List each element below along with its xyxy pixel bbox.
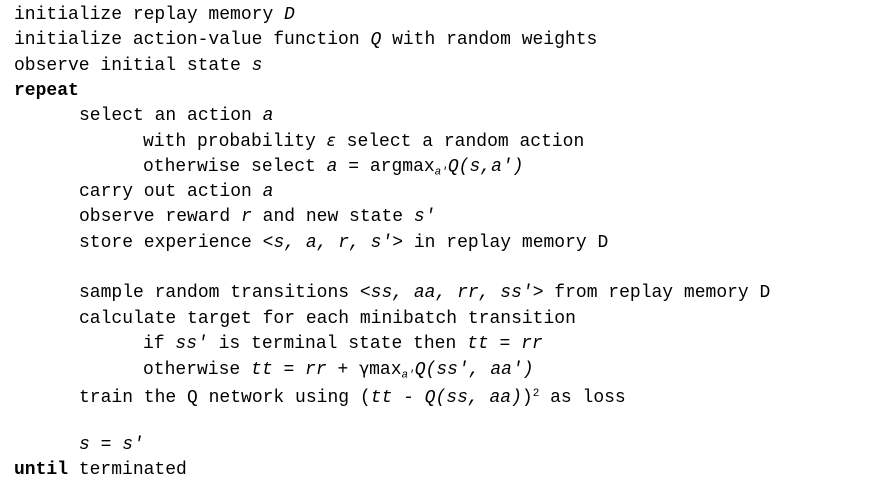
text-segment: ss′ <box>175 333 208 354</box>
text-segment: = <box>488 333 522 354</box>
pseudocode-line: until terminated <box>0 458 894 483</box>
text-segment: = <box>272 360 306 381</box>
text-segment: r <box>241 207 252 228</box>
text-segment: rr <box>521 333 543 354</box>
text-segment: train the Q network using ( <box>79 388 371 409</box>
text-segment: a <box>262 106 274 127</box>
pseudocode-line: if ss′ is terminal state then tt = rr <box>0 332 894 357</box>
text-segment: - <box>392 388 425 409</box>
text-segment: if <box>143 333 176 354</box>
text-segment: a <box>326 156 338 177</box>
text-segment: is terminal state then <box>207 333 468 354</box>
text-segment: ) <box>521 388 533 409</box>
pseudocode-line: observe initial state s <box>0 54 894 79</box>
text-segment: s, a, r, s′ <box>273 232 393 253</box>
text-segment: otherwise select <box>143 156 327 177</box>
text-segment: observe reward <box>79 207 242 228</box>
text-segment: a <box>262 182 274 203</box>
text-segment: Q(s,a′) <box>447 156 524 177</box>
text-segment: carry out action <box>79 182 263 203</box>
text-segment: repeat <box>14 80 79 101</box>
text-segment: s <box>251 55 263 76</box>
text-segment: calculate target for each minibatch tran… <box>79 308 576 329</box>
text-segment: a′ <box>401 369 415 382</box>
text-segment: and new state <box>251 207 414 228</box>
text-segment: a′ <box>434 166 448 179</box>
text-segment: Q(ss, aa) <box>424 388 522 409</box>
text-segment: sample random transitions < <box>79 283 371 304</box>
text-segment: s′ <box>122 435 144 456</box>
text-segment: = argmax <box>337 156 435 177</box>
text-segment: tt <box>251 360 273 381</box>
text-segment: tt <box>467 333 489 354</box>
pseudocode-line: repeat <box>0 79 894 104</box>
pseudocode-line: s = s′ <box>0 433 894 458</box>
text-segment: until <box>14 460 69 481</box>
text-segment: observe initial state <box>14 55 252 76</box>
text-segment: ss, aa, rr, ss′ <box>370 283 533 304</box>
text-segment: tt <box>370 388 393 409</box>
text-segment: initialize action-value function <box>14 30 371 51</box>
pseudocode-line: train the Q network using (tt - Q(ss, aa… <box>0 382 894 409</box>
pseudocode-line: sample random transitions <ss, aa, rr, s… <box>0 281 894 306</box>
text-segment: s <box>79 435 90 456</box>
text-segment: D <box>284 5 295 25</box>
text-segment: otherwise <box>143 360 252 381</box>
pseudocode-line: initialize action-value function Q with … <box>0 28 894 53</box>
text-segment: s′ <box>413 207 436 228</box>
text-segment: select a random action <box>335 132 585 153</box>
text-segment: rr <box>305 360 327 381</box>
text-segment: select an action <box>79 106 263 127</box>
text-segment: = <box>89 435 123 456</box>
pseudocode-line: otherwise select a = argmaxa′Q(s,a′) <box>0 155 894 180</box>
text-segment: terminated <box>68 460 187 481</box>
text-segment: initialize replay memory <box>14 5 285 25</box>
algorithm-pseudocode-block: initialize replay memory Dinitialize act… <box>0 3 894 504</box>
text-segment: Q <box>370 30 382 51</box>
text-segment: γ <box>359 359 370 380</box>
pseudocode-line: initialize replay memory D <box>0 3 894 28</box>
text-segment: as loss <box>539 388 626 409</box>
pseudocode-line: select an action a <box>0 104 894 129</box>
pseudocode-line: calculate target for each minibatch tran… <box>0 307 894 332</box>
pseudocode-line: store experience <s, a, r, s′> in replay… <box>0 231 894 256</box>
text-segment: Q(ss′, aa′) <box>414 360 534 381</box>
pseudocode-line: observe reward r and new state s′ <box>0 205 894 230</box>
text-segment: ε <box>326 131 336 152</box>
text-segment: with random weights <box>381 30 598 51</box>
text-segment: + <box>326 360 360 381</box>
pseudocode-line: otherwise tt = rr + γmaxa′Q(ss′, aa′) <box>0 357 894 382</box>
pseudocode-line: carry out action a <box>0 180 894 205</box>
text-segment: max <box>369 360 402 381</box>
text-segment: > in replay memory D <box>392 232 609 253</box>
text-segment: with probability <box>143 132 327 153</box>
text-segment: > from replay memory D <box>532 283 771 304</box>
pseudocode-line: with probability ε select a random actio… <box>0 129 894 154</box>
text-segment: store experience < <box>79 232 274 253</box>
